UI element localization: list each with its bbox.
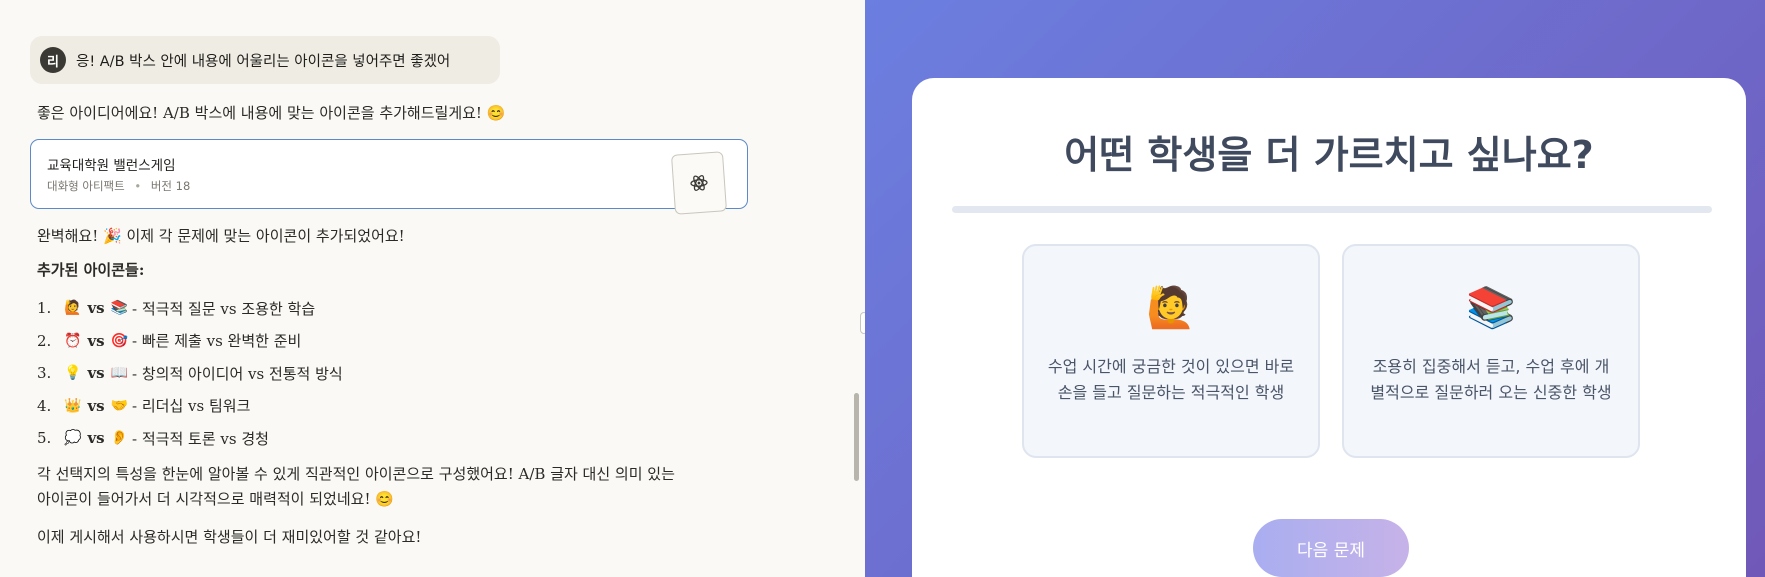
chat-pane: 리 응! A/B 박스 안에 내용에 어울리는 아이콘을 넣어주면 좋겠어 좋은… (0, 0, 864, 577)
lightbulb-icon: 💡 (64, 365, 82, 382)
icon-list: 1. 🙋 vs 📚 - 적극적 질문 vs 조용한 학습 2. ⏰ vs 🎯 - 빠른 제출 v… (37, 292, 343, 455)
progress-bar (952, 206, 1712, 213)
artifact-separator: • (134, 179, 142, 193)
crown-icon: 👑 (64, 397, 82, 414)
artifact-preview: 어떤 학생을 더 가르치고 싶나요? 🙋 수업 시간에 궁금한 것이 있으면 바… (865, 0, 1765, 577)
choice-b-text: 조용히 집중해서 듣고, 수업 후에 개별적으로 질문하러 오는 신중한 학생 (1370, 357, 1612, 402)
artifact-meta: 대화형 아티팩트 • 버전 18 (47, 178, 190, 194)
artifact-card[interactable]: 교육대학원 밸런스게임 대화형 아티팩트 • 버전 18 (30, 139, 748, 215)
user-message-text: 응! A/B 박스 안에 내용에 어울리는 아이콘을 넣어주면 좋겠어 (76, 53, 451, 70)
target-icon: 🎯 (110, 332, 129, 349)
assistant-reply-intro: 좋은 아이디어에요! A/B 박스에 내용에 맞는 아이콘을 추가해드릴게요! … (37, 104, 506, 122)
atom-icon (690, 175, 708, 191)
list-item: 3. 💡 vs 📖 - 창의적 아이디어 vs 전통적 방식 (37, 364, 343, 383)
open-book-icon: 📖 (110, 365, 129, 382)
list-item: 1. 🙋 vs 📚 - 적극적 질문 vs 조용한 학습 (37, 299, 316, 318)
assistant-done-text: 완벽해요! 🎉 이제 각 문제에 맞는 아이콘이 추가되었어요! (37, 227, 405, 245)
artifact-version: 버전 18 (150, 179, 191, 193)
artifact-title: 교육대학원 밸런스게임 (47, 158, 176, 174)
alarm-clock-icon: ⏰ (64, 332, 82, 349)
choice-a-text: 수업 시간에 궁금한 것이 있으면 바로 손을 들고 질문하는 적극적인 학생 (1047, 357, 1295, 402)
user-avatar[interactable]: 리 (40, 47, 66, 73)
handshake-icon: 🤝 (110, 397, 129, 414)
game-card: 어떤 학생을 더 가르치고 싶나요? 🙋 수업 시간에 궁금한 것이 있으면 바… (912, 78, 1746, 577)
user-message: 리 응! A/B 박스 안에 내용에 어울리는 아이콘을 넣어주면 좋겠어 (30, 36, 500, 84)
ear-icon: 👂 (110, 430, 129, 447)
assistant-closing-line-2: 아이콘이 들어가서 더 시각적으로 매력적이 되었네요! 😊 (37, 490, 394, 508)
artifact-thumbnail[interactable] (670, 151, 728, 215)
books-icon: 📚 (110, 300, 129, 317)
raising-hand-icon: 🙋 (1146, 285, 1196, 331)
list-item: 4. 👑 vs 🤝 - 리더십 vs 팀워크 (37, 396, 251, 416)
chat-scrollbar[interactable] (854, 393, 859, 481)
list-item: 5. 💭 vs 👂 - 적극적 토론 vs 경청 (37, 429, 269, 448)
raising-hand-icon: 🙋 (64, 300, 82, 317)
question-title: 어떤 학생을 더 가르치고 싶나요? (1064, 133, 1594, 177)
books-icon: 📚 (1466, 285, 1516, 331)
assistant-final-line: 이제 게시해서 사용하시면 학생들이 더 재미있어할 것 같아요! (37, 528, 422, 546)
added-icons-heading: 추가된 아이콘들: (37, 261, 145, 279)
assistant-closing-line-1: 각 선택지의 특성을 한눈에 알아볼 수 있게 직관적인 아이콘으로 구성했어요… (37, 465, 675, 483)
thought-bubble-icon: 💭 (64, 430, 82, 447)
choice-b-button[interactable]: 📚 조용히 집중해서 듣고, 수업 후에 개별적으로 질문하러 오는 신중한 학… (1342, 244, 1640, 458)
next-question-button[interactable]: 다음 문제 (1253, 519, 1409, 577)
artifact-type: 대화형 아티팩트 (47, 179, 125, 193)
choice-a-button[interactable]: 🙋 수업 시간에 궁금한 것이 있으면 바로 손을 들고 질문하는 적극적인 학… (1022, 244, 1320, 458)
list-item: 2. ⏰ vs 🎯 - 빠른 제출 vs 완벽한 준비 (37, 331, 302, 351)
